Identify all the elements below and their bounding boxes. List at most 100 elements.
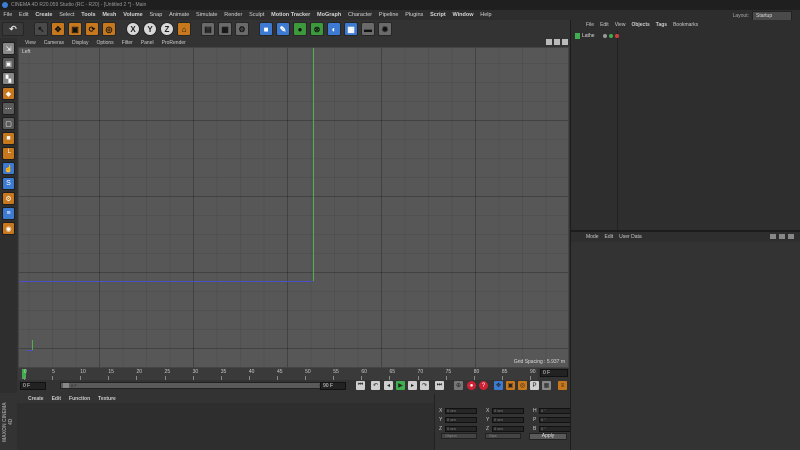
viewport-menu-view[interactable]: View	[21, 40, 40, 46]
start-frame-field[interactable]: 0 F	[20, 382, 46, 390]
menu-motion-tracker[interactable]: Motion Tracker	[268, 12, 314, 18]
material-menu-texture[interactable]: Texture	[94, 396, 120, 402]
play-forward-icon[interactable]: ▶	[396, 381, 405, 390]
viewport-left[interactable]: Left Grid Spacing : 5.937 m	[18, 47, 569, 368]
locked-workplane-icon[interactable]: ⚙	[2, 192, 15, 205]
goto-start-icon[interactable]: ⏮	[356, 381, 365, 390]
menu-character[interactable]: Character	[345, 12, 376, 18]
menu-render[interactable]: Render	[221, 12, 246, 18]
array-generator-icon[interactable]: ⊗	[310, 22, 324, 36]
menu-tools[interactable]: Tools	[78, 12, 99, 18]
menu-help[interactable]: Help	[477, 12, 495, 18]
rotation-value-field[interactable]: 0 °	[539, 425, 571, 432]
cube-object-icon[interactable]: ■	[259, 22, 273, 36]
enabled-check-icon[interactable]	[608, 34, 613, 38]
goto-end-icon[interactable]: ⏭	[435, 381, 444, 390]
recent-tools-icon[interactable]: ◎	[102, 22, 116, 36]
object-column-divider[interactable]	[617, 30, 618, 230]
timeline-window-icon[interactable]: ≡	[558, 381, 567, 390]
move-tool-icon[interactable]: ✥	[51, 22, 65, 36]
timeline-ruler[interactable]: 0 5 10 15 20 25 30 35 40 45 50 55 60 65 70 75 80 85 90	[18, 368, 538, 380]
menu-animate[interactable]: Animate	[166, 12, 193, 18]
range-start-handle[interactable]	[63, 383, 69, 388]
rotation-value-field[interactable]: 0 °	[539, 416, 571, 423]
deformer-icon[interactable]: ◐	[327, 22, 341, 36]
layer-visibility-icon[interactable]	[602, 34, 607, 38]
lock-icon[interactable]	[788, 234, 794, 239]
menu-volume[interactable]: Volume	[120, 12, 146, 18]
render-settings-icon[interactable]: ⚙	[235, 22, 249, 36]
position-value-field[interactable]: 0 cm	[445, 407, 477, 414]
edges-mode-icon[interactable]: ▢	[2, 117, 15, 130]
attribute-menu-user-data[interactable]: User Data	[616, 234, 645, 240]
model-mode-icon[interactable]: ▣	[2, 57, 15, 70]
menu-select[interactable]: Select	[56, 12, 78, 18]
key-parameter-icon[interactable]: P	[530, 381, 539, 390]
coordinate-size-select[interactable]: Size	[485, 433, 521, 439]
material-menu-function[interactable]: Function	[65, 396, 94, 402]
material-menu-edit[interactable]: Edit	[48, 396, 65, 402]
menu-file[interactable]: File	[0, 12, 16, 18]
key-scale-icon[interactable]: ▣	[506, 381, 515, 390]
object-row[interactable]: Lathe	[575, 32, 619, 40]
z-axis-lock-button[interactable]: Z	[160, 22, 174, 36]
rotate-tool-icon[interactable]: ⟳	[85, 22, 99, 36]
move-view-icon[interactable]	[546, 39, 552, 45]
size-value-field[interactable]: 0 cm	[492, 407, 524, 414]
record-active-objects-icon[interactable]: ●	[467, 381, 476, 390]
viewport-menu-panel[interactable]: Panel	[137, 40, 158, 46]
polygons-mode-icon[interactable]: ■	[2, 132, 15, 145]
menu-snap[interactable]: Snap	[146, 12, 166, 18]
object-menu-file[interactable]: File	[583, 22, 597, 28]
workplane-mode-icon[interactable]: ◆	[2, 87, 15, 100]
camera-icon[interactable]: ▬	[361, 22, 375, 36]
viewport-menu-prorender[interactable]: ProRender	[158, 40, 190, 46]
zoom-view-icon[interactable]	[554, 39, 560, 45]
menu-script[interactable]: Script	[427, 12, 449, 18]
menu-pipeline[interactable]: Pipeline	[376, 12, 402, 18]
texture-mode-icon[interactable]: ▚	[2, 72, 15, 85]
solo-mode-icon[interactable]: ◉	[2, 222, 15, 235]
apply-button[interactable]: Apply	[529, 433, 567, 440]
position-value-field[interactable]: 0 cm	[445, 416, 477, 423]
render-view-icon[interactable]: ▤	[201, 22, 215, 36]
tweak-mode-icon[interactable]: ☝	[2, 162, 15, 175]
rotation-value-field[interactable]: 0 °	[539, 407, 571, 414]
current-frame-field[interactable]: 0 F	[540, 369, 568, 377]
viewport-menu-filter[interactable]: Filter	[118, 40, 137, 46]
next-key-icon[interactable]: ↷	[420, 381, 429, 390]
size-value-field[interactable]: 0 cm	[492, 416, 524, 423]
end-frame-field[interactable]: 90 F	[320, 382, 346, 390]
attribute-menu-edit[interactable]: Edit	[602, 234, 617, 240]
object-menu-objects[interactable]: Objects	[628, 22, 652, 28]
key-rotation-icon[interactable]: ◎	[518, 381, 527, 390]
back-arrow-icon[interactable]	[770, 234, 776, 239]
live-selection-icon[interactable]: ↖	[34, 22, 48, 36]
preview-range-slider[interactable]: 0 F 90 F	[60, 382, 330, 389]
menu-mesh[interactable]: Mesh	[99, 12, 120, 18]
pen-spline-icon[interactable]: ✎	[276, 22, 290, 36]
menu-sculpt[interactable]: Sculpt	[246, 12, 268, 18]
subdivision-surface-icon[interactable]: ●	[293, 22, 307, 36]
light-icon[interactable]: ✹	[378, 22, 392, 36]
object-menu-tags[interactable]: Tags	[653, 22, 670, 28]
object-menu-edit[interactable]: Edit	[597, 22, 612, 28]
menu-plugins[interactable]: Plugins	[402, 12, 427, 18]
coordinate-mode-select[interactable]: Object	[441, 433, 477, 439]
key-pla-icon[interactable]: ▦	[542, 381, 551, 390]
record-position-icon[interactable]: ⊕	[454, 381, 463, 390]
maximize-view-icon[interactable]	[562, 39, 568, 45]
make-editable-icon[interactable]: ⇲	[2, 42, 15, 55]
up-arrow-icon[interactable]	[779, 234, 785, 239]
phong-tag-icon[interactable]	[614, 34, 619, 38]
coordinate-system-icon[interactable]: ⌂	[177, 22, 191, 36]
position-value-field[interactable]: 0 cm	[445, 425, 477, 432]
menu-create[interactable]: Create	[32, 12, 56, 18]
object-name[interactable]: Lathe	[582, 33, 595, 39]
next-frame-icon[interactable]: ▸	[408, 381, 417, 390]
viewport-menu-display[interactable]: Display	[68, 40, 92, 46]
size-value-field[interactable]: 0 cm	[492, 425, 524, 432]
undo-button[interactable]: ↶	[2, 22, 24, 36]
key-position-icon[interactable]: ✥	[494, 381, 503, 390]
y-axis-lock-button[interactable]: Y	[143, 22, 157, 36]
